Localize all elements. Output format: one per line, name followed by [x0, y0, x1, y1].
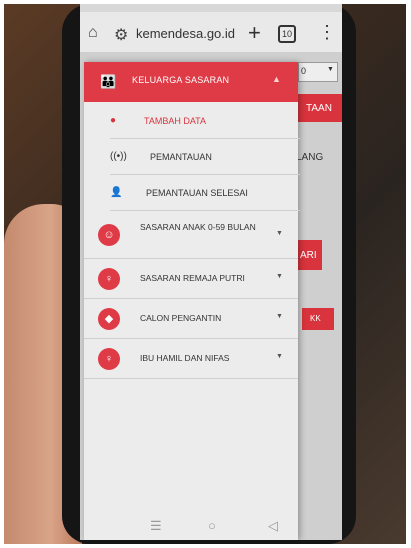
bg-red-header: TAAN — [296, 94, 342, 122]
bg-select[interactable]: 0 ▼ — [298, 62, 338, 82]
pregnant-icon: ♀ — [98, 348, 120, 370]
drawer-title: KELUARGA SASARAN — [132, 75, 230, 85]
child-icon: ☺ — [98, 224, 120, 246]
menu-group-anak[interactable]: ☺ SASARAN ANAK 0-59 BULAN ▼ — [84, 212, 298, 259]
back-icon[interactable]: ◁ — [268, 518, 278, 534]
chevron-down-icon: ▼ — [276, 353, 283, 360]
bg-select-value: 0 — [301, 66, 307, 76]
add-user-icon: ● — [110, 115, 117, 126]
home-icon[interactable]: ⌂ — [88, 24, 98, 42]
menu-group-label: IBU HAMIL DAN NIFAS — [140, 353, 230, 363]
menu-icon[interactable]: ⋮ — [318, 22, 336, 43]
menu-group-calon-pengantin[interactable]: ◆ CALON PENGANTIN ▼ — [84, 298, 298, 339]
url-field[interactable]: kemendesa.go.id — [136, 26, 235, 41]
menu-group-remaja-putri[interactable]: ♀ SASARAN REMAJA PUTRI ▼ — [84, 258, 298, 299]
chevron-down-icon: ▼ — [276, 230, 283, 237]
chevron-up-icon: ▲ — [272, 74, 281, 84]
menu-item-pemantauan-selesai[interactable]: 👤 PEMANTAUAN SELESAI — [110, 176, 300, 211]
browser-bar: ⌂ ⚙ kemendesa.go.id + 10 ⋮ — [80, 12, 342, 52]
android-nav-bar: ☰ ○ ◁ — [80, 512, 342, 540]
tab-count-button[interactable]: 10 — [278, 25, 296, 43]
menu-item-pemantauan[interactable]: ((•)) PEMANTAUAN — [110, 140, 300, 175]
menu-item-label: PEMANTAUAN — [150, 152, 212, 162]
home-button-icon[interactable]: ○ — [208, 518, 216, 533]
bg-button-text: ARI — [300, 250, 317, 261]
chevron-down-icon: ▼ — [276, 273, 283, 280]
phone-screen: ⌂ ⚙ kemendesa.go.id + 10 ⋮ 0 ▼ TAAN LANG… — [80, 4, 342, 540]
female-icon: ♀ — [98, 268, 120, 290]
broadcast-icon: ((•)) — [110, 151, 127, 162]
menu-item-label: PEMANTAUAN SELESAI — [146, 188, 248, 198]
bg-text: LANG — [296, 152, 324, 163]
bg-red-button[interactable]: ARI — [296, 240, 322, 270]
site-settings-icon[interactable]: ⚙ — [114, 25, 128, 45]
menu-item-label: TAMBAH DATA — [144, 116, 207, 126]
menu-item-tambah-data[interactable]: ● TAMBAH DATA — [110, 104, 300, 139]
bg-small-text: KK — [310, 314, 321, 323]
menu-group-label: SASARAN REMAJA PUTRI — [140, 273, 245, 283]
menu-group-label: CALON PENGANTIN — [140, 313, 222, 323]
photo-background: ⌂ ⚙ kemendesa.go.id + 10 ⋮ 0 ▼ TAAN LANG… — [4, 4, 406, 544]
bg-red-small[interactable]: KK — [302, 308, 334, 330]
menu-group-ibu-hamil[interactable]: ♀ IBU HAMIL DAN NIFAS ▼ — [84, 338, 298, 379]
recent-apps-icon[interactable]: ☰ — [150, 518, 162, 534]
user-check-icon: 👤 — [110, 187, 123, 198]
drawer-header[interactable]: 👪 KELUARGA SASARAN ▲ — [84, 62, 298, 102]
family-icon: 👪 — [100, 74, 117, 89]
bg-header-text: TAAN — [306, 103, 332, 114]
chevron-down-icon: ▼ — [276, 313, 283, 320]
menu-group-label: SASARAN ANAK 0-59 BULAN — [140, 222, 256, 232]
side-drawer: 👪 KELUARGA SASARAN ▲ ● TAMBAH DATA ((•))… — [84, 62, 300, 540]
new-tab-icon[interactable]: + — [248, 20, 261, 46]
diamond-icon: ◆ — [98, 308, 120, 330]
